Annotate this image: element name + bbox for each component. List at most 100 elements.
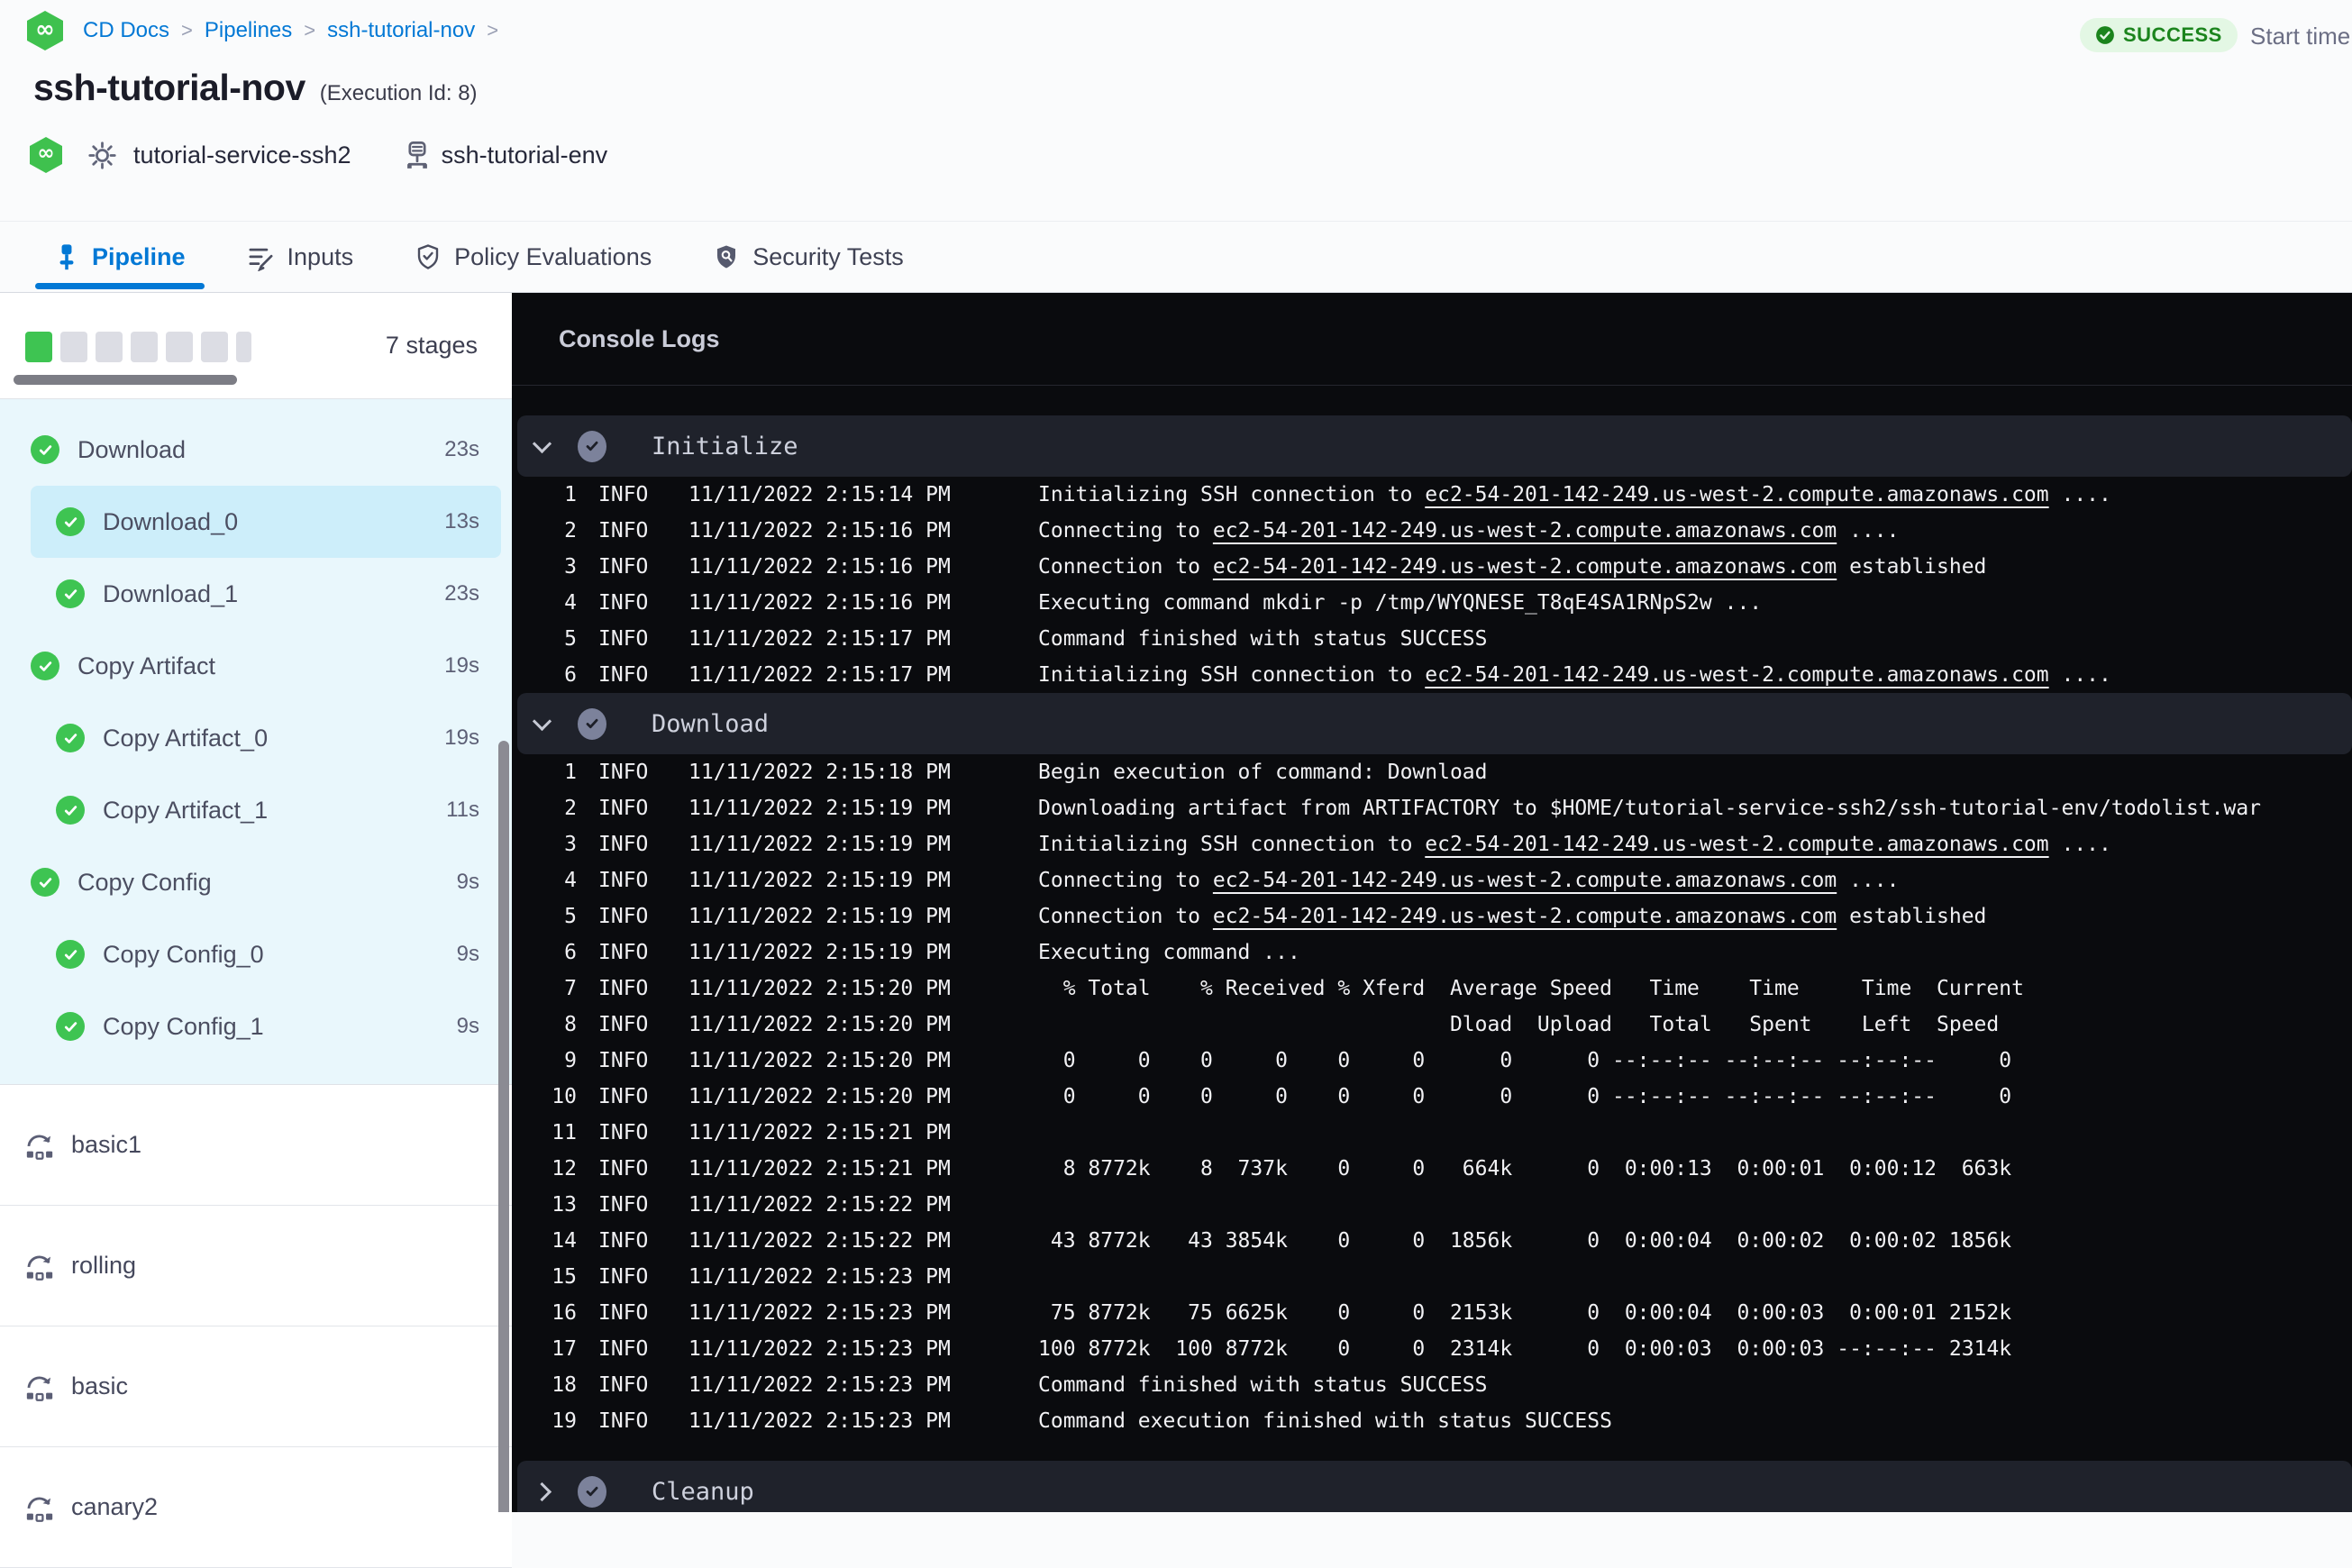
- pipeline-row-canary2[interactable]: canary2: [0, 1447, 512, 1568]
- success-check-icon: [56, 507, 85, 536]
- pipeline-name: basic: [71, 1372, 129, 1399]
- pipeline-row-basic1[interactable]: basic1: [0, 1085, 512, 1206]
- log-message: Executing command ...: [1038, 941, 1300, 964]
- log-message: 0 0 0 0 0 0 0 0 --:--:-- --:--:-- --:--:…: [1038, 1049, 2011, 1072]
- stage-duration: 23s: [444, 581, 479, 606]
- log-line-number: 5: [564, 905, 577, 928]
- stage-duration: 13s: [444, 509, 479, 533]
- breadcrumb-link-cd-docs[interactable]: CD Docs: [83, 18, 169, 43]
- stage-graph-scrollbar[interactable]: [14, 375, 237, 385]
- log-level: INFO: [598, 1301, 649, 1325]
- host-link[interactable]: ec2-54-201-142-249.us-west-2.compute.ama…: [1213, 869, 1837, 892]
- chevron-down-icon[interactable]: [532, 711, 552, 731]
- stage-name: Download: [77, 435, 187, 463]
- stage-square-pending[interactable]: [131, 332, 158, 362]
- stage-square-pending[interactable]: [166, 332, 193, 362]
- log-text: Executing command ...: [1038, 941, 1300, 964]
- tab-pipeline[interactable]: Pipeline: [35, 222, 205, 292]
- log-timestamp: 11/11/2022 2:15:19 PM: [688, 797, 951, 820]
- log-timestamp: 11/11/2022 2:15:22 PM: [688, 1193, 951, 1217]
- tab-security-tests[interactable]: Security Tests: [694, 222, 923, 292]
- stage-row-copy-config-0[interactable]: Copy Config_0 9s: [31, 918, 501, 990]
- rollback-icon: [24, 1372, 55, 1401]
- stage-row-copy-artifact-1[interactable]: Copy Artifact_1 11s: [31, 774, 501, 846]
- stage-row-download[interactable]: Download 23s: [31, 414, 501, 486]
- stage-name: Download_0: [103, 507, 239, 535]
- stages-count: 7 stages: [385, 332, 478, 359]
- breadcrumb-link-ssh-tutorial-nov[interactable]: ssh-tutorial-nov: [327, 18, 475, 43]
- console-logs-panel: Console Logs Initialize 1 INFO 11/11/2022 2…: [512, 293, 2352, 1512]
- log-text: ....: [2048, 663, 2111, 687]
- chevron-down-icon[interactable]: [532, 433, 552, 453]
- console-sections: Initialize 1 INFO 11/11/2022 2:15:14 PM Init…: [512, 386, 2352, 1512]
- stage-name: Download_1: [103, 579, 239, 607]
- log-line-number: 17: [552, 1337, 577, 1361]
- log-message: 0 0 0 0 0 0 0 0 --:--:-- --:--:-- --:--:…: [1038, 1085, 2011, 1108]
- stage-square-pending[interactable]: [236, 332, 251, 362]
- log-text: Connecting to: [1038, 519, 1213, 542]
- log-section-header-initialize[interactable]: Initialize: [517, 415, 2352, 477]
- log-line: 19 INFO 11/11/2022 2:15:23 PM Command execu…: [517, 1403, 2352, 1439]
- title-row: ssh-tutorial-nov (Execution Id: 8): [33, 67, 478, 109]
- log-line-number: 4: [564, 869, 577, 892]
- log-section-header-download[interactable]: Download: [517, 693, 2352, 754]
- pipeline-row-rolling[interactable]: rolling: [0, 1206, 512, 1326]
- status-badge: SUCCESS: [2080, 18, 2238, 52]
- pipeline-row-basic[interactable]: basic: [0, 1326, 512, 1447]
- log-line: 15 INFO 11/11/2022 2:15:23 PM: [517, 1259, 2352, 1295]
- success-check-icon: [31, 868, 59, 897]
- stage-square-done[interactable]: [25, 332, 52, 362]
- service-name[interactable]: tutorial-service-ssh2: [133, 141, 351, 169]
- log-text: 8 8772k 8 737k 0 0 664k 0 0:00:13 0:00:0…: [1038, 1157, 2012, 1181]
- execution-meta: ∞ tutorial-service-ssh2 ssh-tutorial-env: [30, 133, 607, 177]
- breadcrumb-separator: >: [181, 19, 193, 41]
- host-link[interactable]: ec2-54-201-142-249.us-west-2.compute.ama…: [1213, 905, 1837, 928]
- log-text: Connection to: [1038, 905, 1213, 928]
- host-link[interactable]: ec2-54-201-142-249.us-west-2.compute.ama…: [1425, 663, 2048, 687]
- host-link[interactable]: ec2-54-201-142-249.us-west-2.compute.ama…: [1425, 833, 2048, 856]
- stage-duration: 9s: [456, 1014, 479, 1038]
- success-check-icon: [2095, 25, 2115, 45]
- log-line: 17 INFO 11/11/2022 2:15:23 PM 100 8772k 100…: [517, 1331, 2352, 1367]
- log-line-number: 5: [564, 627, 577, 651]
- environment-name[interactable]: ssh-tutorial-env: [442, 141, 608, 169]
- tab-label: Inputs: [287, 242, 354, 270]
- policy-icon: [415, 242, 442, 271]
- stage-square-pending[interactable]: [60, 332, 87, 362]
- host-link[interactable]: ec2-54-201-142-249.us-west-2.compute.ama…: [1213, 555, 1837, 579]
- host-link[interactable]: ec2-54-201-142-249.us-west-2.compute.ama…: [1213, 519, 1837, 542]
- log-level: INFO: [598, 519, 649, 542]
- log-message: Connection to ec2-54-201-142-249.us-west…: [1038, 555, 1986, 579]
- tab-inputs[interactable]: Inputs: [228, 222, 373, 292]
- log-line-number: 13: [552, 1193, 577, 1217]
- stage-row-copy-artifact-0[interactable]: Copy Artifact_0 19s: [31, 702, 501, 774]
- stage-row-download-0[interactable]: Download_0 13s: [31, 486, 501, 558]
- stage-row-download-1[interactable]: Download_1 23s: [31, 558, 501, 630]
- log-text: ....: [1837, 519, 1900, 542]
- log-message: 43 8772k 43 3854k 0 0 1856k 0 0:00:04 0:…: [1038, 1229, 2011, 1253]
- host-link[interactable]: ec2-54-201-142-249.us-west-2.compute.ama…: [1425, 483, 2048, 506]
- tab-policy-evaluations[interactable]: Policy Evaluations: [396, 222, 670, 292]
- stage-duration: 11s: [446, 798, 479, 822]
- rollback-icon: [24, 1130, 55, 1160]
- security-icon: [713, 242, 740, 271]
- stage-square-pending[interactable]: [201, 332, 228, 362]
- log-section-header-cleanup[interactable]: Cleanup: [517, 1461, 2352, 1512]
- log-timestamp: 11/11/2022 2:15:23 PM: [688, 1373, 951, 1397]
- stage-square-pending[interactable]: [96, 332, 123, 362]
- log-timestamp: 11/11/2022 2:15:19 PM: [688, 905, 951, 928]
- log-line: 4 INFO 11/11/2022 2:15:16 PM Executing comm…: [517, 585, 2352, 621]
- breadcrumb-link-pipelines[interactable]: Pipelines: [205, 18, 292, 43]
- chevron-right-icon[interactable]: [532, 1481, 552, 1501]
- stage-row-copy-config-1[interactable]: Copy Config_1 9s: [31, 990, 501, 1062]
- log-line-number: 8: [564, 1013, 577, 1036]
- log-line-number: 15: [552, 1265, 577, 1289]
- pipeline-name: basic1: [71, 1131, 142, 1158]
- sidebar-scrollbar[interactable]: [498, 741, 509, 1512]
- log-text: Command finished with status SUCCESS: [1038, 1373, 1488, 1397]
- stage-row-copy-artifact[interactable]: Copy Artifact 19s: [31, 630, 501, 702]
- log-text: Initializing SSH connection to: [1038, 663, 1426, 687]
- stage-duration: 19s: [444, 725, 479, 750]
- log-level: INFO: [598, 941, 649, 964]
- stage-row-copy-config[interactable]: Copy Config 9s: [31, 846, 501, 918]
